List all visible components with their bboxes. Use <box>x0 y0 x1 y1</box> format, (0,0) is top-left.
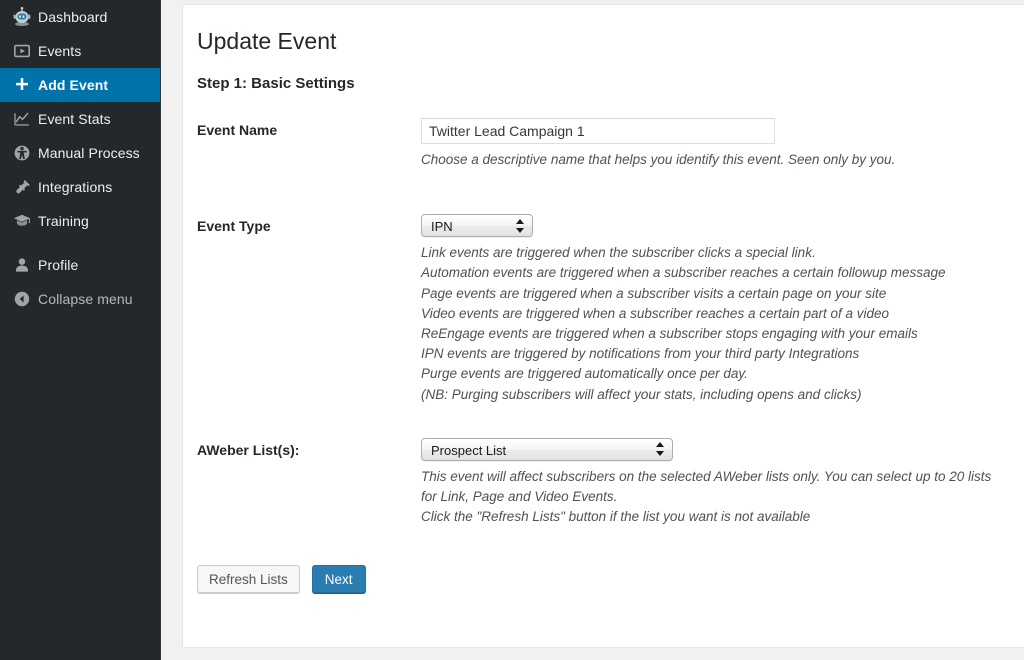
sidebar-item-events[interactable]: Events <box>0 34 160 68</box>
next-button[interactable]: Next <box>311 565 366 594</box>
chart-line-icon <box>8 110 36 128</box>
hint-line: Automation events are triggered when a s… <box>421 265 946 281</box>
event-name-input[interactable] <box>421 118 775 144</box>
sidebar-divider <box>0 238 160 248</box>
refresh-lists-button[interactable]: Refresh Lists <box>197 565 300 594</box>
sidebar-item-label: Manual Process <box>38 145 140 161</box>
event-name-label: Event Name <box>197 122 278 138</box>
accessibility-icon <box>8 144 36 162</box>
event-type-label: Event Type <box>197 218 271 235</box>
stepper-arrows-icon <box>656 441 665 457</box>
robot-icon <box>8 7 36 27</box>
hint-line: Page events are triggered when a subscri… <box>421 285 887 301</box>
sidebar-item-label: Dashboard <box>38 9 108 25</box>
hint-line: Click the "Refresh Lists" button if the … <box>421 509 811 525</box>
hint-line: Purge events are triggered automatically… <box>421 366 748 382</box>
hint-line: IPN events are triggered by notification… <box>421 346 860 362</box>
sidebar-menu: Dashboard Events Add Event Event Stats Manua… <box>0 0 160 238</box>
video-play-icon <box>8 42 36 60</box>
sidebar-item-training[interactable]: Training <box>0 204 160 238</box>
sidebar-item-collapse-menu[interactable]: Collapse menu <box>0 282 160 316</box>
plus-icon <box>8 76 36 94</box>
sidebar-item-event-stats[interactable]: Event Stats <box>0 102 160 136</box>
collapse-arrow-icon <box>8 290 36 308</box>
aweber-lists-selected-value: Prospect List <box>431 442 507 458</box>
hint-line: ReEngage events are triggered when a sub… <box>421 326 918 342</box>
sidebar-item-label: Event Stats <box>38 111 111 127</box>
sidebar-item-label: Integrations <box>38 179 113 195</box>
sidebar-footer-menu: Profile Collapse menu <box>0 248 160 316</box>
sidebar-item-manual-process[interactable]: Manual Process <box>0 136 160 170</box>
event-form: Event Name Choose a descriptive name tha… <box>197 118 1024 594</box>
form-actions: Refresh Lists Next <box>197 565 1024 594</box>
sidebar-item-label: Training <box>38 213 89 229</box>
hint-line: This event will affect subscribers on th… <box>421 468 992 484</box>
plug-icon <box>8 178 36 196</box>
sidebar-edge <box>160 0 161 660</box>
sidebar-item-label: Collapse menu <box>38 291 133 307</box>
sidebar-item-label: Events <box>38 43 82 59</box>
step-title: Step 1: Basic Settings <box>197 75 355 92</box>
content-panel: Update Event Step 1: Basic Settings Even… <box>182 4 1024 648</box>
event-name-hint: Choose a descriptive name that helps you… <box>421 152 896 167</box>
form-row-event-type: Event Type IPN Link events are triggered… <box>197 214 1024 405</box>
sidebar-item-label: Profile <box>38 257 79 273</box>
user-icon <box>8 256 36 274</box>
aweber-lists-hints: This event will affect subscribers on th… <box>421 467 1024 528</box>
hint-line: for Link, Page and Video Events. <box>421 489 618 505</box>
event-type-select[interactable]: IPN <box>421 214 533 238</box>
admin-sidebar: Dashboard Events Add Event Event Stats Manua… <box>0 0 160 660</box>
event-type-hints: Link events are triggered when the subsc… <box>421 243 1024 405</box>
sidebar-item-integrations[interactable]: Integrations <box>0 170 160 204</box>
hint-line: Video events are triggered when a subscr… <box>421 305 890 321</box>
hint-line: (NB: Purging subscribers will affect you… <box>421 386 862 402</box>
sidebar-item-profile[interactable]: Profile <box>0 248 160 282</box>
form-row-aweber-lists: AWeber List(s): Prospect List This event… <box>197 437 1024 528</box>
aweber-lists-label: AWeber List(s): <box>197 441 300 458</box>
sidebar-item-add-event[interactable]: Add Event <box>0 68 160 102</box>
sidebar-item-dashboard[interactable]: Dashboard <box>0 0 160 34</box>
form-row-event-name: Event Name Choose a descriptive name tha… <box>197 118 1024 170</box>
stepper-arrows-icon <box>516 218 525 234</box>
sidebar-item-label: Add Event <box>38 77 109 93</box>
graduation-cap-icon <box>8 212 36 230</box>
aweber-lists-select[interactable]: Prospect List <box>421 437 673 461</box>
hint-line: Link events are triggered when the subsc… <box>421 245 816 261</box>
app-root: Dashboard Events Add Event Event Stats Manua… <box>0 0 1024 660</box>
page-title: Update Event <box>197 28 337 54</box>
